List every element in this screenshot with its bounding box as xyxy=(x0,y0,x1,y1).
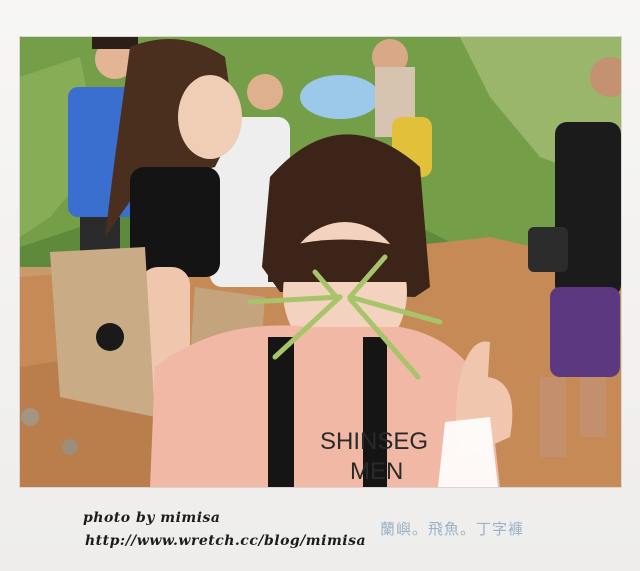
photo-credit-url: http://www.wretch.cc/blog/mimisa xyxy=(85,533,367,549)
photo-scene: SHINSEG MEN xyxy=(20,37,621,487)
photo: SHINSEG MEN xyxy=(20,37,621,487)
photo-caption: 蘭嶼。飛魚。丁字褲 xyxy=(380,520,525,538)
woman-face xyxy=(178,75,242,159)
blue-hat xyxy=(300,75,380,119)
shirt-text-line1: SHINSEG xyxy=(320,428,428,455)
shirt-text-line2: MEN xyxy=(350,458,403,485)
purple-shorts xyxy=(550,287,620,377)
photo-credit-name: photo by mimisa xyxy=(83,510,221,526)
